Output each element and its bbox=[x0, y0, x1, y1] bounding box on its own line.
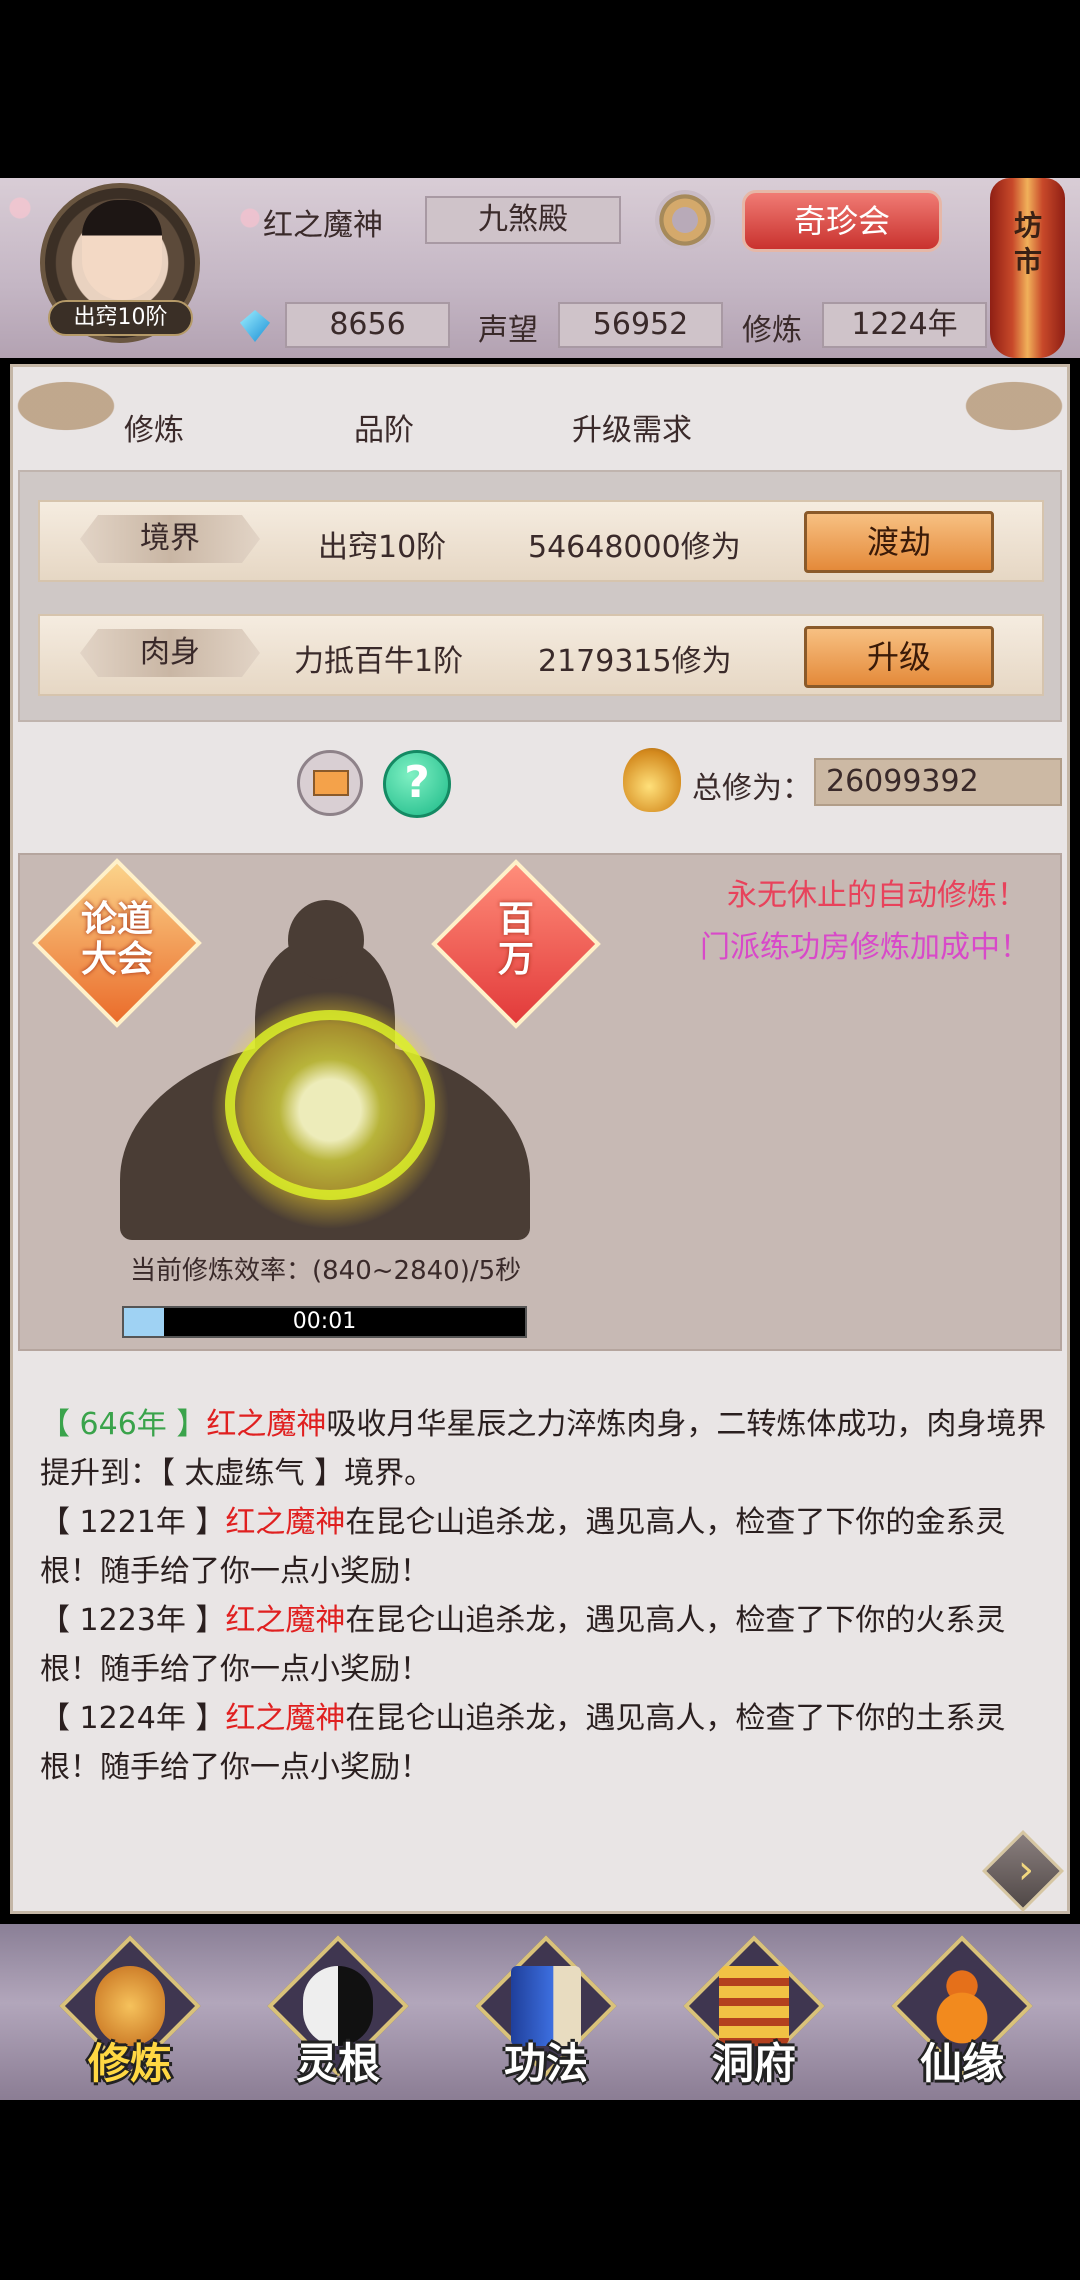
money-bag-icon bbox=[623, 748, 681, 812]
nav-item-label: 洞府 bbox=[711, 2039, 796, 2088]
treasure-auction-button[interactable]: 奇珍会 bbox=[742, 190, 942, 252]
column-header-cultivation: 修炼 bbox=[124, 413, 184, 448]
nav-item-label: 灵根 bbox=[295, 2039, 380, 2088]
log-player-name: 红之魔神 bbox=[225, 1701, 346, 1736]
log-year: 【 1223年 】 bbox=[40, 1603, 226, 1638]
nav-item-techniques[interactable]: 功法 bbox=[471, 1935, 621, 2096]
column-header-rank: 品阶 bbox=[354, 413, 414, 448]
gear-icon[interactable] bbox=[655, 190, 715, 250]
realm-tag: 境界 bbox=[80, 515, 260, 563]
body-requirement: 2179315修为 bbox=[538, 644, 732, 679]
gem-count: 8656 bbox=[285, 302, 450, 348]
realm-level: 出窍10阶 bbox=[318, 530, 447, 565]
body-tag: 肉身 bbox=[80, 629, 260, 677]
debate-conference-label: 论道 大会 bbox=[80, 899, 153, 980]
game-screen: 出窍10阶 红之魔神 九煞殿 奇珍会 坊市 8656 声望 56952 修炼 1… bbox=[0, 0, 1080, 2280]
cloud-ornament-right bbox=[930, 364, 1070, 434]
cultivation-rate: 当前修炼效率：(840~2840)/5秒 bbox=[130, 1256, 522, 1286]
meditating-figure-head bbox=[288, 900, 364, 980]
log-player-name: 红之魔神 bbox=[225, 1603, 346, 1638]
sect-bonus-promo: 门派练功房修炼加成中！ bbox=[700, 930, 1030, 965]
body-level: 力抵百牛1阶 bbox=[294, 644, 464, 679]
auto-cultivation-promo: 永无休止的自动修炼！ bbox=[727, 878, 1027, 913]
realm-requirement: 54648000修为 bbox=[528, 530, 741, 565]
nav-item-cultivation[interactable]: 修炼 bbox=[55, 1935, 205, 2096]
log-year: 【 646年 】 bbox=[40, 1407, 207, 1442]
log-year: 【 1224年 】 bbox=[40, 1701, 226, 1736]
total-cultivation-value: 26099392 bbox=[814, 758, 1062, 806]
nav-item-label: 修炼 bbox=[87, 2039, 172, 2088]
avatar-face-icon bbox=[82, 200, 162, 300]
reputation-label: 声望 bbox=[478, 313, 538, 348]
avatar-rank-badge: 出窍10阶 bbox=[48, 300, 193, 336]
log-entry: 【 1224年 】红之魔神在昆仑山追杀龙，遇见高人，检查了下你的土系灵根！随手给… bbox=[40, 1694, 1050, 1792]
reputation-value: 56952 bbox=[558, 302, 723, 348]
upgrade-button[interactable]: 升级 bbox=[804, 626, 994, 688]
cultivation-years: 1224年 bbox=[822, 302, 987, 348]
log-entry: 【 1223年 】红之魔神在昆仑山追杀龙，遇见高人，检查了下你的火系灵根！随手给… bbox=[40, 1596, 1050, 1694]
chevron-right-icon: › bbox=[1018, 1847, 1034, 1893]
mail-icon bbox=[313, 770, 349, 796]
log-year: 【 1221年 】 bbox=[40, 1505, 226, 1540]
help-button[interactable]: ? bbox=[383, 750, 451, 818]
nav-item-label: 功法 bbox=[503, 2039, 588, 2088]
sect-name[interactable]: 九煞殿 bbox=[425, 196, 621, 244]
log-entry: 【 646年 】红之魔神吸收月华星辰之力淬炼肉身，二转炼体成功，肉身境界提升到：… bbox=[40, 1400, 1050, 1498]
player-name: 红之魔神 bbox=[263, 208, 383, 243]
million-label: 百 万 bbox=[497, 899, 534, 980]
nav-item-cave-dwelling[interactable]: 洞府 bbox=[679, 1935, 829, 2096]
total-cultivation-label: 总修为： bbox=[692, 771, 812, 806]
log-player-name: 红之魔神 bbox=[225, 1505, 346, 1540]
log-entry: 【 1221年 】红之魔神在昆仑山追杀龙，遇见高人，检查了下你的金系灵根！随手给… bbox=[40, 1498, 1050, 1596]
nav-item-fortune[interactable]: 仙缘 bbox=[887, 1935, 1037, 2096]
tribulation-button[interactable]: 渡劫 bbox=[804, 511, 994, 573]
aura-ring-effect bbox=[225, 1010, 435, 1200]
market-label: 坊市 bbox=[1013, 209, 1042, 278]
nav-item-spirit-root[interactable]: 灵根 bbox=[263, 1935, 413, 2096]
timer-text: 00:01 bbox=[292, 1309, 357, 1334]
column-header-requirement: 升级需求 bbox=[572, 413, 692, 448]
log-player-name: 红之魔神 bbox=[206, 1407, 327, 1442]
event-log: 【 646年 】红之魔神吸收月华星辰之力淬炼肉身，二转炼体成功，肉身境界提升到：… bbox=[40, 1400, 1050, 1792]
nav-item-label: 仙缘 bbox=[919, 2039, 1004, 2088]
cultivation-label: 修炼 bbox=[742, 313, 802, 348]
